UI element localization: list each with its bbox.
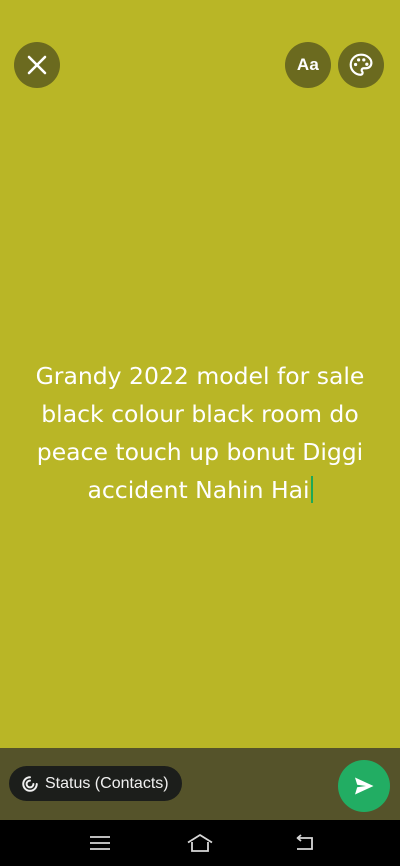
status-text-content: Grandy 2022 model for sale black colour …	[35, 362, 365, 504]
send-button[interactable]	[338, 760, 390, 812]
composer-footer: Status (Contacts)	[0, 748, 400, 820]
status-composer-canvas[interactable]: Aa Grandy 2022 model for sale black colo…	[0, 0, 400, 748]
status-text-input[interactable]: Grandy 2022 model for sale black colour …	[20, 357, 380, 509]
text-cursor	[310, 476, 313, 503]
close-icon	[27, 55, 47, 75]
system-navigation-bar	[0, 820, 400, 866]
status-audience-selector[interactable]: Status (Contacts)	[9, 766, 182, 801]
send-icon	[355, 777, 374, 795]
status-ring-icon	[22, 775, 38, 792]
close-button[interactable]	[14, 42, 60, 88]
home-button[interactable]	[180, 828, 220, 858]
back-icon	[296, 834, 313, 850]
palette-icon	[349, 53, 373, 76]
font-style-button[interactable]: Aa	[285, 42, 331, 88]
back-button[interactable]	[284, 828, 324, 858]
home-icon	[187, 834, 213, 852]
status-audience-label: Status (Contacts)	[45, 774, 169, 792]
background-color-button[interactable]	[338, 42, 384, 88]
font-style-label: Aa	[296, 55, 320, 74]
recent-apps-button[interactable]	[80, 828, 120, 858]
menu-icon	[90, 836, 110, 850]
